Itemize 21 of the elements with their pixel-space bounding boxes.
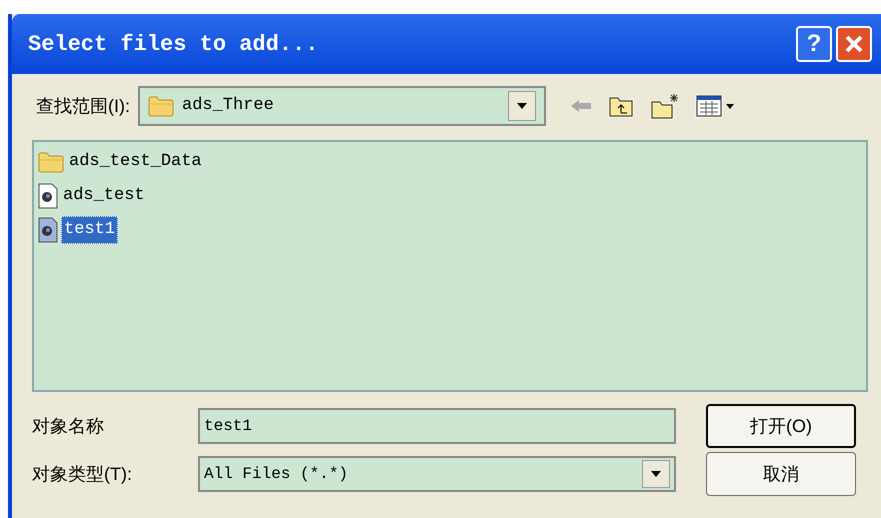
open-button[interactable]: 打开(O) [706,404,856,448]
window-title: Select files to add... [28,30,320,58]
folder-icon [38,151,64,173]
object-name-label: 对象名称 [32,414,105,438]
cancel-button[interactable]: 取消 [706,452,856,496]
look-in-dropdown[interactable]: ads_Three [138,86,546,126]
document-icon [38,217,58,243]
object-name-field[interactable]: test1 [198,408,676,444]
close-button[interactable] [836,26,872,62]
file-item[interactable]: test1 [38,214,862,246]
help-button[interactable]: ? [796,26,832,62]
file-item[interactable]: ads_test [38,180,862,212]
view-menu-icon[interactable] [696,94,736,118]
object-type-dropdown[interactable]: All Files (*.*) [198,456,676,492]
look-in-label: 查找范围(I): [36,94,130,118]
new-folder-icon[interactable] [650,93,680,119]
file-item[interactable]: ads_test_Data [38,146,862,178]
document-icon [38,183,58,209]
folder-icon [148,95,174,117]
close-icon [844,34,864,54]
object-type-label: 对象类型(T): [32,462,133,486]
